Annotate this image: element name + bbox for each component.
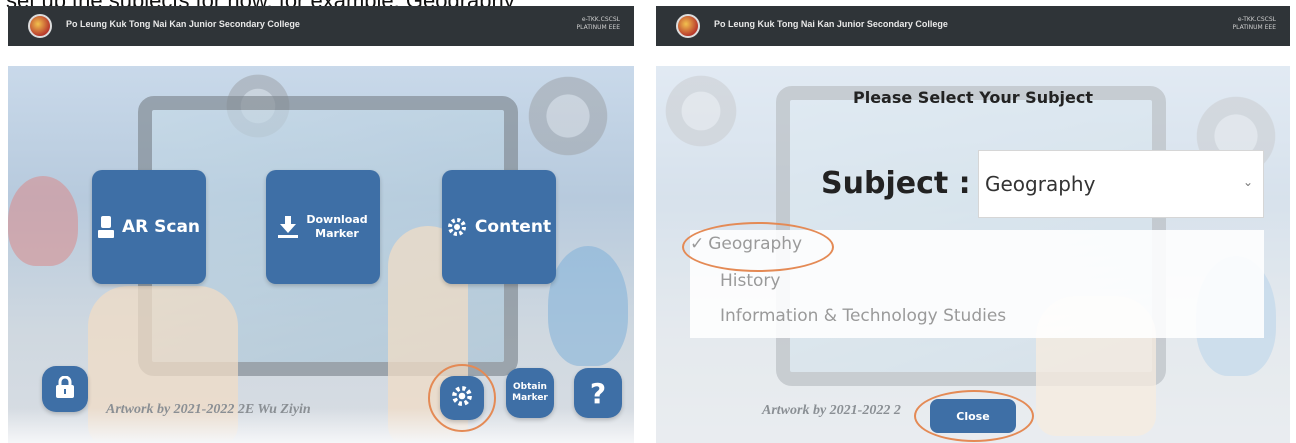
partner-logo-text: e-TKK.CSCSL PLATINUM EEE (576, 16, 620, 31)
download-icon (278, 216, 299, 238)
highlight-ring (914, 390, 1034, 442)
help-button[interactable]: ? (574, 368, 622, 418)
subject-label: Subject : (821, 166, 971, 201)
chevron-down-icon: ⌄ (1242, 175, 1253, 189)
ar-scan-button[interactable]: AR Scan (92, 170, 206, 284)
lock-icon (55, 375, 75, 402)
obtain-marker-button[interactable]: Obtain Marker (506, 368, 554, 418)
top-bar: Po Leung Kuk Tong Nai Kan Junior Seconda… (656, 6, 1290, 46)
school-name: Po Leung Kuk Tong Nai Kan Junior Seconda… (66, 19, 300, 29)
flask-decoration (548, 246, 628, 366)
gear-icon (447, 217, 467, 237)
artwork-credit: Artwork by 2021-2022 2 (762, 403, 901, 418)
partner-logo-text: e-TKK.CSCSL PLATINUM EEE (1232, 16, 1276, 31)
subject-option-its[interactable]: Information & Technology Studies (720, 306, 1006, 326)
highlight-ring (682, 222, 834, 272)
school-logo (28, 14, 52, 38)
content-button[interactable]: Content (442, 170, 556, 284)
subject-select-screen: Po Leung Kuk Tong Nai Kan Junior Seconda… (656, 6, 1290, 443)
download-marker-button[interactable]: Download Marker (266, 170, 380, 284)
question-icon: ? (589, 376, 607, 410)
top-bar: Po Leung Kuk Tong Nai Kan Junior Seconda… (8, 6, 634, 46)
gear-decoration (518, 66, 618, 166)
lock-button[interactable] (42, 366, 88, 412)
school-name: Po Leung Kuk Tong Nai Kan Junior Seconda… (714, 19, 948, 29)
selected-subject: Geography (985, 172, 1096, 196)
flask-decoration (8, 176, 78, 266)
dialog-title: Please Select Your Subject (852, 88, 1093, 107)
subject-option-history[interactable]: History (720, 271, 780, 291)
home-screen: Po Leung Kuk Tong Nai Kan Junior Seconda… (8, 6, 634, 443)
subject-select[interactable]: Geography ⌄ (978, 150, 1264, 218)
scanner-icon (97, 216, 114, 238)
highlight-ring (428, 364, 496, 432)
artwork-credit: Artwork by 2021-2022 2E Wu Ziyin (106, 402, 311, 417)
school-logo (676, 14, 700, 38)
